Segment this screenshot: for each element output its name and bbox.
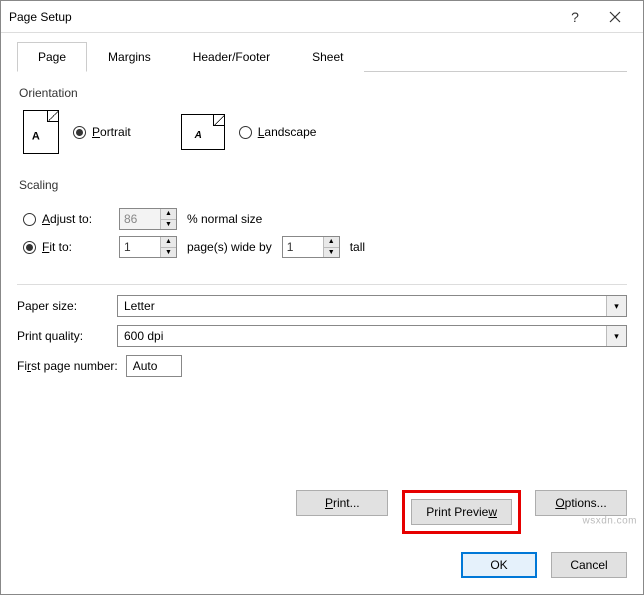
tab-strip: Page Margins Header/Footer Sheet: [17, 41, 627, 72]
scaling-group: Adjust to: ▲▼ % normal size Fit to:: [17, 198, 627, 268]
first-page-value: Auto: [133, 359, 158, 373]
adjust-to-input[interactable]: [120, 209, 160, 229]
print-button[interactable]: Print...: [296, 490, 388, 516]
radio-icon: [23, 241, 36, 254]
adjust-to-suffix: % normal size: [187, 212, 262, 226]
orientation-group: A Portrait A Landscape: [17, 106, 627, 164]
page-setup-dialog: Page Setup ? Page Margins Header/Footer …: [0, 0, 644, 595]
portrait-icon: A: [23, 110, 59, 154]
tab-header-footer[interactable]: Header/Footer: [172, 42, 291, 72]
close-icon: [609, 11, 621, 23]
svg-text:A: A: [32, 130, 40, 142]
window-title: Page Setup: [9, 10, 555, 24]
tab-margins[interactable]: Margins: [87, 42, 172, 72]
paper-size-select[interactable]: Letter ▾: [117, 295, 627, 317]
adjust-to-label: Adjust to:: [42, 212, 92, 226]
orientation-label: Orientation: [19, 86, 627, 100]
action-button-row: Print... Print Preview Options...: [296, 490, 627, 534]
radio-icon: [23, 213, 36, 226]
radio-icon: [73, 126, 86, 139]
dialog-body: Page Margins Header/Footer Sheet Orienta…: [1, 33, 643, 397]
fit-wide-spinner[interactable]: ▲▼: [119, 236, 177, 258]
spin-down-icon[interactable]: ▼: [161, 247, 176, 258]
first-page-label: First page number:: [17, 359, 118, 373]
ok-button[interactable]: OK: [461, 552, 537, 578]
close-button[interactable]: [595, 3, 635, 31]
adjust-to-radio[interactable]: Adjust to:: [23, 212, 92, 226]
paper-size-label: Paper size:: [17, 299, 107, 313]
spin-up-icon[interactable]: ▲: [161, 237, 176, 247]
fit-wide-suffix: page(s) wide by: [187, 240, 272, 254]
first-page-input[interactable]: Auto: [126, 355, 182, 377]
chevron-down-icon: ▾: [606, 296, 626, 316]
portrait-radio-label: Portrait: [92, 125, 131, 139]
print-quality-label: Print quality:: [17, 329, 107, 343]
tab-page[interactable]: Page: [17, 42, 87, 72]
scaling-label: Scaling: [19, 178, 627, 192]
print-quality-value: 600 dpi: [118, 329, 606, 343]
spin-up-icon[interactable]: ▲: [324, 237, 339, 247]
spin-down-icon[interactable]: ▼: [161, 219, 176, 230]
spin-down-icon[interactable]: ▼: [324, 247, 339, 258]
fit-tall-spinner[interactable]: ▲▼: [282, 236, 340, 258]
fit-tall-input[interactable]: [283, 237, 323, 257]
landscape-radio[interactable]: Landscape: [239, 125, 317, 139]
svg-text:A: A: [193, 130, 201, 141]
portrait-radio[interactable]: Portrait: [73, 125, 131, 139]
help-button[interactable]: ?: [555, 3, 595, 31]
divider: [17, 284, 627, 285]
print-quality-select[interactable]: 600 dpi ▾: [117, 325, 627, 347]
tutorial-highlight: Print Preview: [402, 490, 521, 534]
fit-tall-suffix: tall: [350, 240, 365, 254]
titlebar: Page Setup ?: [1, 1, 643, 33]
fit-wide-input[interactable]: [120, 237, 160, 257]
options-button[interactable]: Options...: [535, 490, 627, 516]
fit-to-label: Fit to:: [42, 240, 72, 254]
radio-icon: [239, 126, 252, 139]
adjust-to-spinner[interactable]: ▲▼: [119, 208, 177, 230]
paper-size-value: Letter: [118, 299, 606, 313]
tab-sheet[interactable]: Sheet: [291, 42, 364, 72]
spin-up-icon[interactable]: ▲: [161, 209, 176, 219]
landscape-radio-label: Landscape: [258, 125, 317, 139]
landscape-icon: A: [181, 114, 225, 150]
cancel-button[interactable]: Cancel: [551, 552, 627, 578]
chevron-down-icon: ▾: [606, 326, 626, 346]
dialog-commit-row: OK Cancel: [461, 552, 627, 578]
print-preview-button[interactable]: Print Preview: [411, 499, 512, 525]
fit-to-radio[interactable]: Fit to:: [23, 240, 72, 254]
